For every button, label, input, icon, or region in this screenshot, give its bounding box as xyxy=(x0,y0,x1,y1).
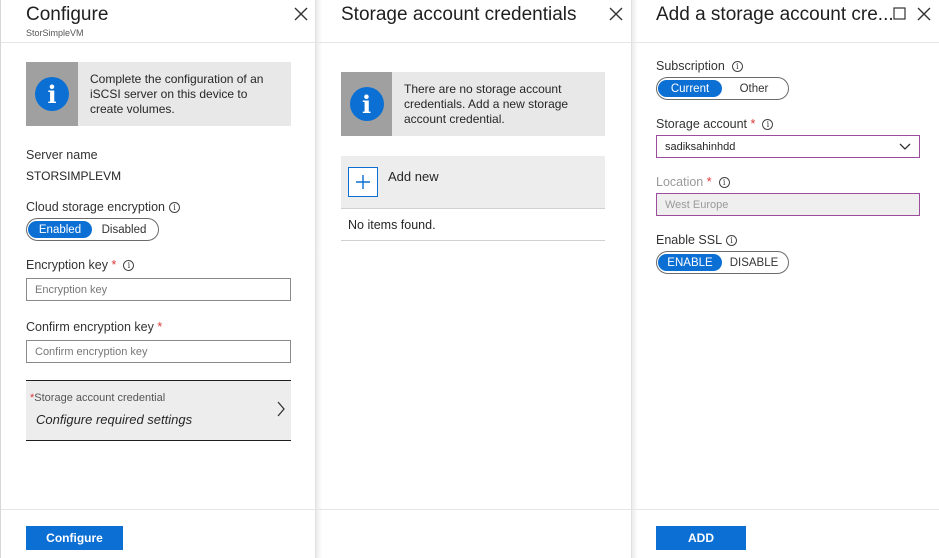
close-icon[interactable] xyxy=(916,6,932,22)
cloud-encryption-label-text: Cloud storage encryption xyxy=(26,200,165,214)
add-button[interactable]: ADD xyxy=(656,526,746,550)
required-mark: * xyxy=(157,320,163,334)
credentials-blade-title: Storage account credentials xyxy=(341,4,577,25)
encryption-key-label: Encryption key * i xyxy=(26,258,135,272)
encryption-key-input[interactable]: Encryption key xyxy=(26,278,291,301)
toggle-option-enable[interactable]: ENABLE xyxy=(658,254,722,271)
confirm-key-label-text: Confirm encryption key xyxy=(26,320,154,334)
info-banner: i Complete the configuration of an iSCSI… xyxy=(26,62,291,126)
footer-divider xyxy=(1,509,315,510)
chevron-down-icon xyxy=(899,143,911,150)
location-label-text: Location xyxy=(656,175,704,189)
credentials-blade: Storage account credentials i There are … xyxy=(315,0,631,558)
configure-blade: Configure StorSimpleVM i Complete the co… xyxy=(0,0,315,558)
maximize-icon[interactable] xyxy=(893,7,906,20)
empty-list-text: No items found. xyxy=(348,218,436,232)
subscription-toggle[interactable]: Current Other xyxy=(656,77,789,100)
add-credential-blade-title: Add a storage account cre... xyxy=(656,4,894,25)
info-icon[interactable]: i xyxy=(123,260,135,271)
encryption-key-label-text: Encryption key xyxy=(26,258,108,272)
cloud-encryption-toggle[interactable]: Enabled Disabled xyxy=(26,218,159,241)
info-icon[interactable]: i xyxy=(731,61,743,72)
storage-credential-label: *Storage account credential xyxy=(30,392,165,404)
confirm-key-input[interactable]: Confirm encryption key xyxy=(26,340,291,363)
info-icon[interactable]: i xyxy=(718,177,730,188)
storage-account-label-text: Storage account xyxy=(656,117,748,131)
portal-stage: Configure StorSimpleVM i Complete the co… xyxy=(0,0,939,558)
chevron-right-icon xyxy=(277,401,285,417)
info-icon: i xyxy=(349,87,384,121)
plus-icon xyxy=(356,175,370,189)
close-icon[interactable] xyxy=(608,6,624,22)
required-mark: * xyxy=(750,117,756,131)
plus-icon-box xyxy=(348,167,378,197)
info-icon: i xyxy=(35,77,69,111)
info-banner-text: Complete the configuration of an iSCSI s… xyxy=(90,72,264,116)
header-divider xyxy=(1,42,315,43)
add-credential-blade: Add a storage account cre... Subscriptio… xyxy=(631,0,939,558)
configure-blade-title: Configure xyxy=(26,4,109,25)
blade-shadow xyxy=(632,0,638,558)
header-divider xyxy=(316,42,631,43)
storage-account-dropdown[interactable]: sadiksahinhdd xyxy=(656,135,920,158)
info-icon[interactable]: i xyxy=(726,235,738,246)
toggle-option-disable[interactable]: DISABLE xyxy=(722,254,786,271)
info-icon-cell: i xyxy=(26,62,78,126)
footer-divider xyxy=(316,509,631,510)
storage-credential-selector[interactable]: *Storage account credential Configure re… xyxy=(26,380,291,441)
location-field: West Europe xyxy=(656,193,920,216)
subscription-label: Subscription i xyxy=(656,59,743,73)
info-icon[interactable]: i xyxy=(168,202,180,213)
add-new-label: Add new xyxy=(388,169,439,184)
info-banner: i There are no storage account credentia… xyxy=(341,72,605,136)
toggle-option-enabled[interactable]: Enabled xyxy=(28,221,92,238)
toggle-option-current[interactable]: Current xyxy=(658,80,722,97)
location-label: Location * i xyxy=(656,175,730,189)
configure-blade-subtitle: StorSimpleVM xyxy=(26,28,84,38)
info-icon-cell: i xyxy=(341,72,392,136)
enable-ssl-label: Enable SSL i xyxy=(656,233,738,247)
info-icon[interactable]: i xyxy=(762,119,774,130)
header-divider xyxy=(632,42,939,43)
list-divider xyxy=(341,240,605,241)
storage-account-value: sadiksahinhdd xyxy=(665,140,736,153)
toggle-option-disabled[interactable]: Disabled xyxy=(92,221,156,238)
blade-shadow xyxy=(316,0,322,558)
storage-credential-label-text: Storage account credential xyxy=(34,392,166,404)
storage-credential-value: Configure required settings xyxy=(36,412,193,427)
ssl-toggle[interactable]: ENABLE DISABLE xyxy=(656,251,789,274)
required-mark: * xyxy=(111,258,117,272)
cloud-encryption-label: Cloud storage encryption i xyxy=(26,200,180,214)
configure-button[interactable]: Configure xyxy=(26,526,123,550)
confirm-key-label: Confirm encryption key * xyxy=(26,320,162,334)
subscription-label-text: Subscription xyxy=(656,59,725,73)
enable-ssl-label-text: Enable SSL xyxy=(656,233,723,247)
server-name-value: STORSIMPLEVM xyxy=(26,169,122,183)
storage-account-label: Storage account * i xyxy=(656,117,774,131)
footer-divider xyxy=(632,509,939,510)
list-divider xyxy=(341,208,605,209)
required-mark: * xyxy=(706,175,712,189)
add-new-button[interactable]: Add new xyxy=(341,156,605,208)
close-icon[interactable] xyxy=(293,6,309,22)
info-banner-text: There are no storage account credentials… xyxy=(404,82,569,126)
server-name-label: Server name xyxy=(26,148,98,162)
toggle-option-other[interactable]: Other xyxy=(722,80,786,97)
